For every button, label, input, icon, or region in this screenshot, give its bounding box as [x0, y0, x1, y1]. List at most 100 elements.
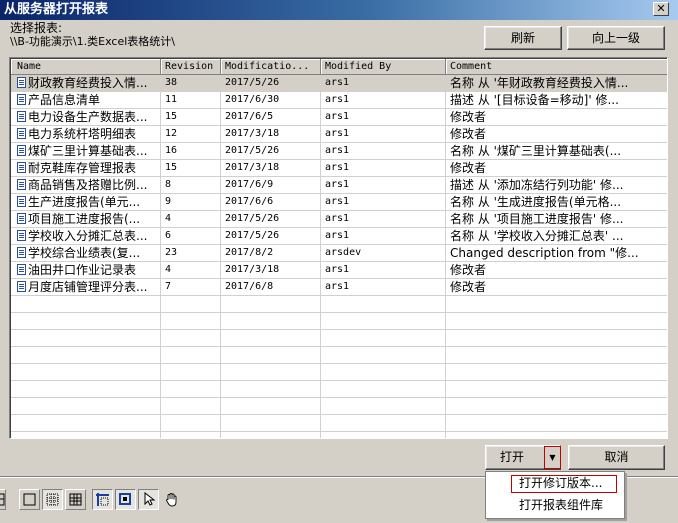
- cell-modified-by-text: ars1: [325, 145, 350, 156]
- solid-grid-button[interactable]: [65, 489, 86, 510]
- cell-comment-text: 修改者: [450, 110, 487, 124]
- chevron-down-icon: ▼: [549, 453, 556, 462]
- cell-modified-by-text: ars1: [325, 128, 350, 139]
- cell-name: [11, 415, 161, 432]
- report-file-icon: [17, 196, 26, 207]
- menu-item-open-component-library[interactable]: 打开报表组件库: [486, 496, 624, 516]
- menu-item-label: 打开报表组件库: [519, 498, 604, 512]
- cell-modified-by-text: ars1: [325, 111, 350, 122]
- report-file-icon: [17, 111, 26, 122]
- snap-guides-button[interactable]: [92, 489, 113, 510]
- cell-comment: 修改者: [446, 109, 667, 126]
- report-file-icon: [17, 264, 26, 275]
- pan-hand-button[interactable]: [161, 489, 182, 510]
- open-from-server-dialog: 从服务器打开报表 ✕ 选择报表: \\B-功能演示\1.类Excel表格统计\ …: [0, 0, 678, 523]
- hand-icon: [166, 493, 177, 507]
- menu-item-open-revision[interactable]: 打开修订版本...: [486, 474, 624, 494]
- cell-revision: [161, 313, 221, 330]
- cell-revision-text: 23: [165, 247, 178, 258]
- report-file-icon: [17, 281, 26, 292]
- cell-revision: [161, 381, 221, 398]
- cell-comment-text: 名称 从 '项目施工进度报告' 修...: [450, 212, 624, 226]
- column-header-name[interactable]: Name: [11, 59, 161, 75]
- cell-modification: 2017/6/8: [221, 279, 321, 296]
- cell-comment: 描述 从 '[目标设备=移动]' 修...: [446, 92, 667, 109]
- cell-modification-text: 2017/5/26: [225, 213, 280, 224]
- cell-modified-by: arsdev: [321, 245, 446, 262]
- cancel-button[interactable]: 取消: [568, 445, 665, 470]
- cell-modification: 2017/6/5: [221, 109, 321, 126]
- table-row[interactable]: 项目施工进度报告(... 4 2017/5/26 ars1 名称 从 '项目施工进度报告…: [11, 211, 667, 228]
- grid-toggle-button[interactable]: [0, 489, 6, 510]
- cell-comment-text: Changed description from "修...: [450, 246, 639, 260]
- cell-modification: 2017/5/26: [221, 143, 321, 160]
- align-box-button[interactable]: [115, 489, 136, 510]
- cell-name-text: 电力设备生产数据表...: [28, 110, 148, 124]
- select-pointer-button[interactable]: [138, 489, 159, 510]
- dotted-grid-button[interactable]: [42, 489, 63, 510]
- cell-modification: [221, 381, 321, 398]
- cell-revision-text: 4: [165, 213, 172, 224]
- table-row[interactable]: 耐克鞋库存管理报表 15 2017/3/18 ars1 修改者: [11, 160, 667, 177]
- cell-modification-text: 2017/5/26: [225, 145, 280, 156]
- open-dropdown-toggle[interactable]: ▼: [544, 446, 561, 469]
- cell-comment: [446, 398, 667, 415]
- cell-revision: 23: [161, 245, 221, 262]
- no-border-button[interactable]: [19, 489, 40, 510]
- table-row[interactable]: 商品销售及搭赠比例... 8 2017/6/9 ars1 描述 从 '添加冻结行列功能'…: [11, 177, 667, 194]
- cell-modified-by: ars1: [321, 262, 446, 279]
- cell-revision-text: 9: [165, 196, 172, 207]
- table-row[interactable]: 学校收入分摊汇总表... 6 2017/5/26 ars1 名称 从 '学校收入分摊汇总…: [11, 228, 667, 245]
- cell-modified-by-text: ars1: [325, 179, 350, 190]
- cell-modified-by: ars1: [321, 279, 446, 296]
- cell-name: [11, 432, 161, 438]
- report-file-icon: [17, 145, 26, 156]
- cell-comment-text: 修改者: [450, 161, 487, 175]
- cell-modified-by: [321, 381, 446, 398]
- table-row[interactable]: 生产进度报告(单元... 9 2017/6/6 ars1 名称 从 '生成进度报告(单元…: [11, 194, 667, 211]
- table-row[interactable]: 学校综合业绩表(复... 23 2017/8/2 arsdev Changed desc…: [11, 245, 667, 262]
- table-row[interactable]: 电力系统杆塔明细表 12 2017/3/18 ars1 修改者: [11, 126, 667, 143]
- close-button[interactable]: ✕: [653, 2, 669, 16]
- column-header-revision[interactable]: Revision: [161, 59, 221, 75]
- cursor-icon: [144, 492, 156, 506]
- cell-modified-by: ars1: [321, 160, 446, 177]
- column-header-comment[interactable]: Comment: [446, 59, 667, 75]
- table-row[interactable]: 月度店铺管理评分表... 7 2017/6/8 ars1 修改者: [11, 279, 667, 296]
- cell-revision: 9: [161, 194, 221, 211]
- cell-name: 财政教育经费投入情...: [11, 75, 161, 92]
- cell-comment: [446, 364, 667, 381]
- cell-name-text: 项目施工进度报告(...: [28, 212, 141, 226]
- cell-name: [11, 347, 161, 364]
- column-header-modification[interactable]: Modificatio...: [221, 59, 321, 75]
- report-file-icon: [17, 162, 26, 173]
- table-row[interactable]: 产品信息清单 11 2017/6/30 ars1 描述 从 '[目标设备=移动]' 修.…: [11, 92, 667, 109]
- cell-revision: 4: [161, 262, 221, 279]
- cell-revision: 15: [161, 109, 221, 126]
- cell-revision-text: 15: [165, 162, 178, 173]
- up-one-level-button[interactable]: 向上一级: [567, 26, 665, 50]
- column-header-modified-by[interactable]: Modified By: [321, 59, 446, 75]
- cell-comment: 修改者: [446, 262, 667, 279]
- refresh-button[interactable]: 刷新: [484, 26, 562, 50]
- table-row[interactable]: 油田井口作业记录表 4 2017/3/18 ars1 修改者: [11, 262, 667, 279]
- cell-name-text: 生产进度报告(单元...: [28, 195, 141, 209]
- cell-modified-by: ars1: [321, 109, 446, 126]
- table-row[interactable]: 煤矿三里计算基础表... 16 2017/5/26 ars1 名称 从 '煤矿三里计算基…: [11, 143, 667, 160]
- cell-comment-text: 描述 从 '添加冻结行列功能' 修...: [450, 178, 624, 192]
- cell-revision: 15: [161, 160, 221, 177]
- cell-name: 学校综合业绩表(复...: [11, 245, 161, 262]
- table-row[interactable]: 财政教育经费投入情... 38 2017/5/26 ars1 名称 从 '年财政教育经费…: [11, 75, 667, 92]
- cell-name: 生产进度报告(单元...: [11, 194, 161, 211]
- cell-modification: 2017/6/6: [221, 194, 321, 211]
- cell-comment: [446, 296, 667, 313]
- cell-comment: Changed description from "修...: [446, 245, 667, 262]
- cell-modification-text: 2017/6/6: [225, 196, 274, 207]
- report-list[interactable]: Name Revision Modificatio... Modified By…: [9, 57, 668, 439]
- cell-modified-by: [321, 364, 446, 381]
- cell-comment: [446, 381, 667, 398]
- table-row[interactable]: 电力设备生产数据表... 15 2017/6/5 ars1 修改者: [11, 109, 667, 126]
- cell-modification-text: 2017/3/18: [225, 264, 280, 275]
- cell-modification: [221, 415, 321, 432]
- cell-modification-text: 2017/3/18: [225, 128, 280, 139]
